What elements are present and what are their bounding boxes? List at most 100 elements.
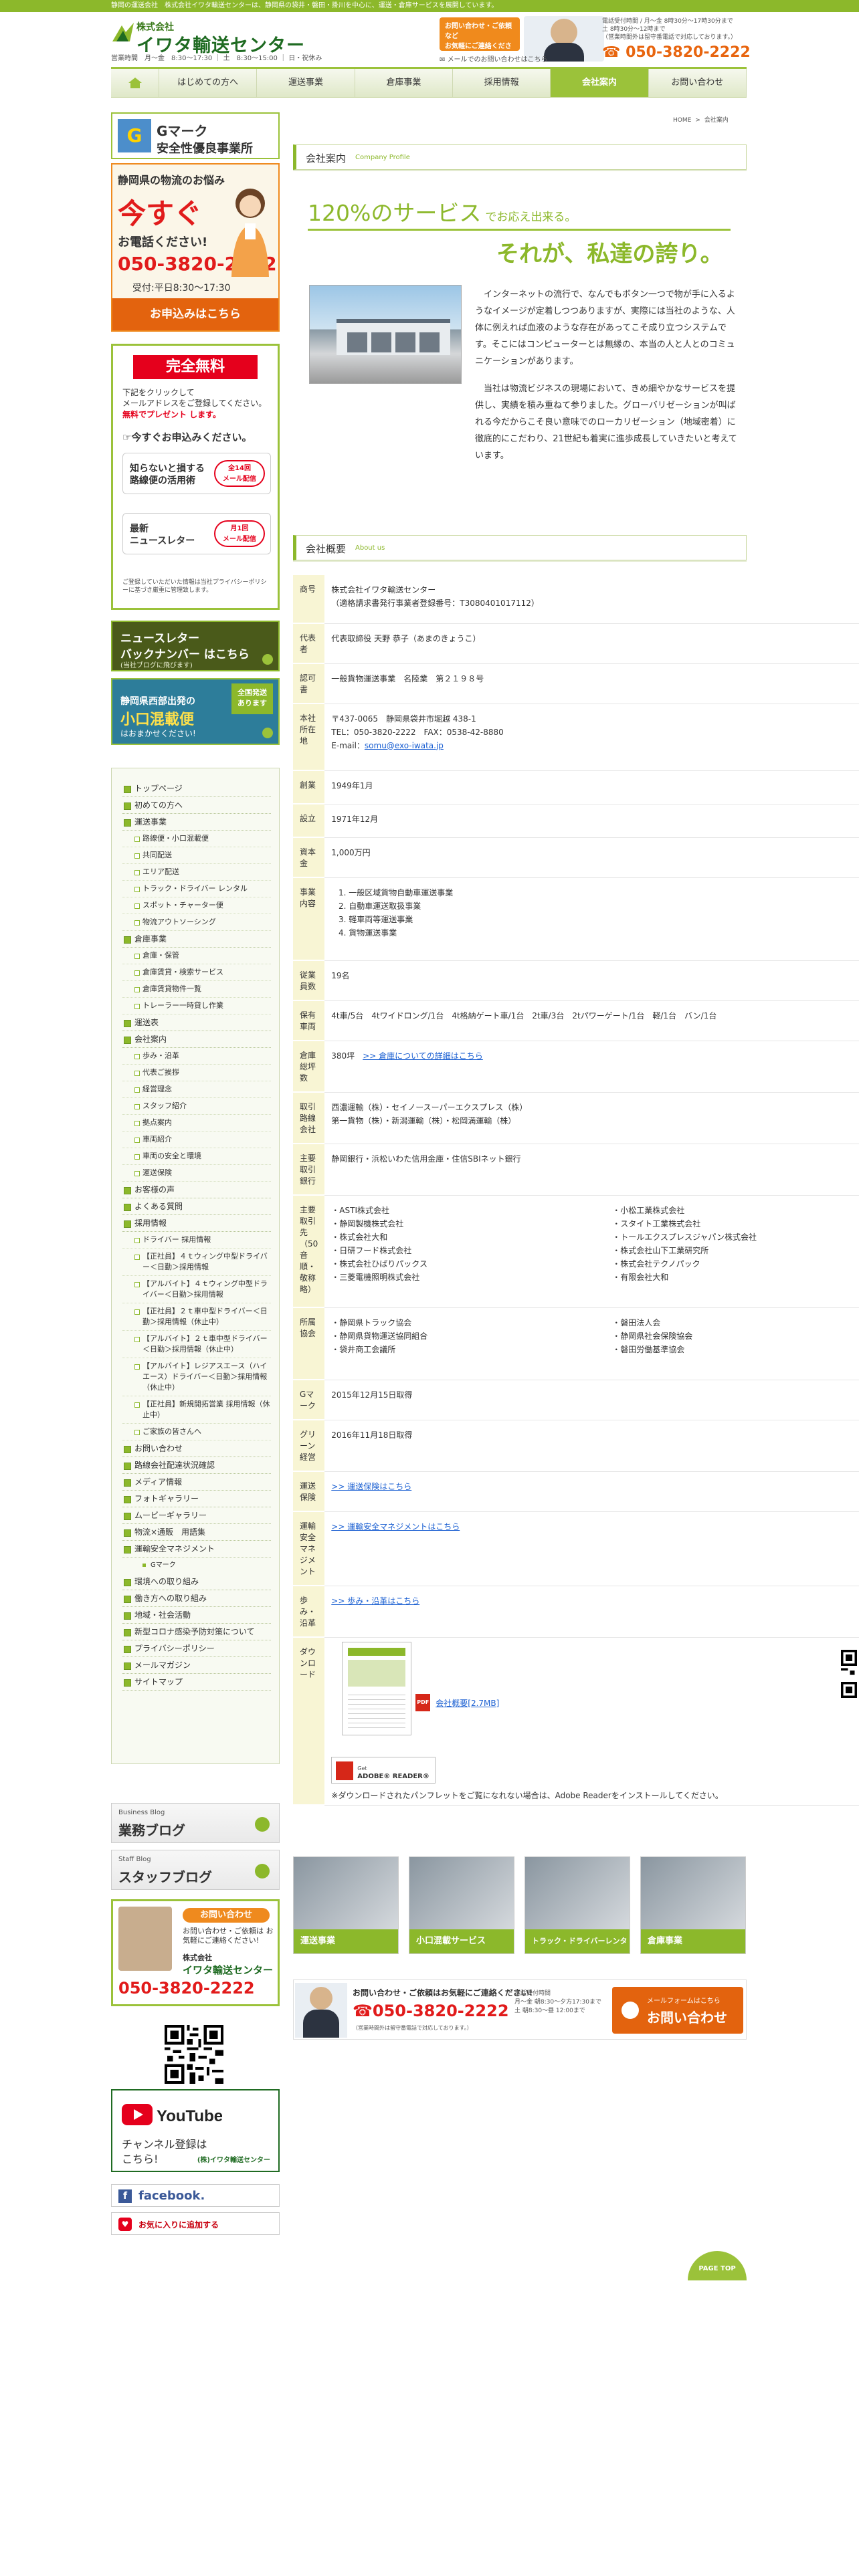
breadcrumb-home[interactable]: HOME	[673, 117, 691, 124]
table-row: 事業内容 一般区域貨物自動車運送事業 自動車運送取扱事業 軽車両等運送事業 貨物…	[293, 877, 859, 961]
side-menu-item[interactable]: メールマガジン	[122, 1657, 271, 1674]
youtube-banner[interactable]: YouTube チャンネル登録は こちら! (株)イワタ輸送センター	[111, 2089, 280, 2172]
free-card-newsletter[interactable]: 最新 ニュースレター 月1回 メール配信	[122, 513, 271, 554]
nav-recruit[interactable]: 採用情報	[453, 69, 551, 97]
header-mail-link[interactable]: ✉ メールでのお問い合わせはこちら	[440, 53, 548, 64]
nav-beginners[interactable]: はじめての方へ	[159, 69, 258, 97]
side-menu-item[interactable]: トレーラー一時貸し作業	[122, 998, 271, 1014]
staff-blog-banner[interactable]: Staff Blog スタッフブログ	[111, 1850, 280, 1890]
side-menu-item[interactable]: 拠点案内	[122, 1115, 271, 1132]
side-menu-item[interactable]: よくある質問	[122, 1198, 271, 1215]
business-blog-banner[interactable]: Business Blog 業務ブログ	[111, 1803, 280, 1843]
page-top-button[interactable]: PAGE TOP	[688, 2251, 747, 2280]
side-menu-item[interactable]: 新型コロナ感染予防対策について	[122, 1624, 271, 1640]
banner-warehouse[interactable]: 倉庫事業	[640, 1856, 746, 1954]
insurance-link[interactable]: >> 運送保険はこちら	[331, 1482, 411, 1491]
nav-home[interactable]	[111, 69, 159, 97]
nav-contact[interactable]: お問い合わせ	[649, 69, 747, 97]
side-menu-item[interactable]: 【正社員】２ｔ車中型ドライバー＜日勤＞採用情報（休止中）	[122, 1303, 271, 1331]
intro-paragraph: インターネットの流行で、なんでもボタン一つで物が手に入るようなイメージが定着しつ…	[475, 290, 735, 366]
side-menu-item[interactable]: 物流アウトソーシング	[122, 914, 271, 931]
side-menu-item[interactable]: ご家族の皆さんへ	[122, 1424, 271, 1440]
footer-contact-tel-number: 050-3820-2222	[372, 2002, 509, 2020]
side-menu-item[interactable]: お問い合わせ	[122, 1440, 271, 1457]
side-menu-item[interactable]: ドライバー 採用情報	[122, 1232, 271, 1249]
phone-call: お電話ください!	[118, 235, 208, 249]
gmark-title: Gマーク	[157, 123, 208, 139]
list-item: トールエクスプレスジャパン株式会社	[612, 1230, 859, 1244]
side-menu-item[interactable]: 【正社員】新規開拓営業 採用情報（休止中）	[122, 1396, 271, 1424]
table-row: 保有車両 4t車/5台 4tワイドロング/1台 4t格納ゲート車/1台 2t車/…	[293, 1000, 859, 1041]
side-menu-item[interactable]: エリア配送	[122, 864, 271, 881]
banner-transport[interactable]: 運送事業	[293, 1856, 399, 1954]
side-menu-item[interactable]: 【アルバイト】２ｔ車中型ドライバー＜日勤＞採用情報（休止中）	[122, 1331, 271, 1358]
free-card-route[interactable]: 知らないと損する 路線便の活用術 全14回 メール配信	[122, 453, 271, 494]
side-menu-item[interactable]: 【アルバイト】４ｔウィング中型ドライバー＜日勤＞採用情報	[122, 1276, 271, 1303]
side-menu-item[interactable]: トラック・ドライバー レンタル	[122, 881, 271, 897]
arrow-right-icon	[262, 728, 273, 738]
logo-icon[interactable]	[111, 21, 135, 45]
side-menu-item[interactable]: 車両紹介	[122, 1132, 271, 1148]
safety-management-link[interactable]: >> 運輸安全マネジメントはこちら	[331, 1522, 460, 1531]
side-menu-item[interactable]: 【正社員】４ｔウィング中型ドライバー＜日勤＞採用情報	[122, 1249, 271, 1276]
side-menu-item[interactable]: 代表ご挨拶	[122, 1065, 271, 1081]
row-label: 認可書	[293, 663, 325, 704]
header-tel-number: 050-3820-2222	[626, 44, 751, 61]
banner-truck-rental[interactable]: トラック・ドライバーレンタル	[524, 1856, 630, 1954]
side-menu-item[interactable]: 経営理念	[122, 1081, 271, 1098]
side-menu-item[interactable]: 倉庫賃貸・検索サービス	[122, 964, 271, 981]
header-tel[interactable]: ☎ 050-3820-2222	[602, 44, 751, 61]
nav-transport[interactable]: 運送事業	[257, 69, 355, 97]
side-menu-item[interactable]: 運輸安全マネジメント	[122, 1541, 271, 1558]
side-menu-item[interactable]: 物流×通販 用語集	[122, 1524, 271, 1541]
side-menu-item[interactable]: サイトマップ	[122, 1674, 271, 1691]
side-menu-item[interactable]: 運送保険	[122, 1165, 271, 1182]
hq-mail-link[interactable]: somu@exo-iwata.jp	[365, 741, 444, 750]
footer-contact-tel[interactable]: ☎050-3820-2222	[353, 2002, 509, 2020]
brochure-thumbnail[interactable]	[342, 1641, 412, 1735]
nav-company[interactable]: 会社案内	[551, 69, 649, 97]
side-menu-item[interactable]: 倉庫賃貸物件一覧	[122, 981, 271, 998]
side-menu-item[interactable]: 倉庫事業	[122, 931, 271, 948]
favorite-banner[interactable]: ♥ お気に入りに追加する	[111, 2212, 280, 2235]
side-menu-item[interactable]: 採用情報	[122, 1215, 271, 1232]
nav-warehouse[interactable]: 倉庫事業	[355, 69, 453, 97]
phone-banner: 静岡県の物流のお悩み 今すぐ お電話ください! 050-3820-2222 受付…	[111, 163, 280, 332]
newsletter-backnumber-banner[interactable]: ニュースレター バックナンバー はこちら (当社ブログに飛びます)	[111, 621, 280, 671]
side-menu-item[interactable]: お客様の声	[122, 1182, 271, 1198]
side-menu-item[interactable]: 運送表	[122, 1014, 271, 1031]
side-menu-item[interactable]: 共同配送	[122, 847, 271, 864]
warehouse-detail-link[interactable]: >> 倉庫についての詳細はこちら	[363, 1051, 483, 1061]
side-menu-item[interactable]: メディア情報	[122, 1474, 271, 1491]
staff-contact-banner[interactable]: お問い合わせ お問い合わせ・ご依頼は お気軽にご連絡ください! 株式会社 イワタ…	[111, 1899, 280, 2006]
header-contact-banner[interactable]: お問い合わせ・ご依頼など お気軽にご連絡ください	[440, 17, 520, 60]
side-menu-item[interactable]: 地域・社会活動	[122, 1607, 271, 1624]
side-menu-item[interactable]: 【アルバイト】レジアスエース（ハイエース）ドライバー＜日勤＞採用情報（休止中）	[122, 1358, 271, 1396]
side-menu-item[interactable]: ムービーギャラリー	[122, 1507, 271, 1524]
side-menu-item[interactable]: スタッフ紹介	[122, 1098, 271, 1115]
facebook-banner[interactable]: f facebook.	[111, 2184, 280, 2207]
side-menu-item[interactable]: トップページ	[122, 780, 271, 797]
banner-kozumi[interactable]: 小口混載サービス	[409, 1856, 514, 1954]
apply-button[interactable]: お申込みはこちら	[112, 298, 278, 330]
side-menu-item[interactable]: スポット・チャーター便	[122, 897, 271, 914]
side-menu-item[interactable]: 倉庫・保管	[122, 948, 271, 964]
side-menu-item[interactable]: 歩み・沿革	[122, 1048, 271, 1065]
side-menu-item[interactable]: 初めての方へ	[122, 797, 271, 814]
kozumi-banner[interactable]: 静岡県西部出発の 小口混載便 はおまかせください! 全国発送 あります	[111, 678, 280, 745]
side-menu-item[interactable]: 路線会社配達状況確認	[122, 1457, 271, 1474]
side-menu-item[interactable]: 会社案内	[122, 1031, 271, 1048]
footer-contact-button[interactable]: メールフォームはこちら お問い合わせ	[612, 1987, 743, 2034]
side-menu-item[interactable]: 車両の安全と環境	[122, 1148, 271, 1165]
side-menu-item[interactable]: プライバシーポリシー	[122, 1640, 271, 1657]
side-menu-item[interactable]: 環境への取り組み	[122, 1574, 271, 1590]
side-menu-item[interactable]: Gマーク	[122, 1558, 271, 1574]
adobe-reader-button[interactable]: Get ADOBE® READER®	[331, 1756, 436, 1784]
side-menu-item[interactable]: フォトギャラリー	[122, 1491, 271, 1507]
side-menu-item[interactable]: 働き方への取り組み	[122, 1590, 271, 1607]
side-menu-item[interactable]: 路線便・小口混載便	[122, 831, 271, 847]
history-link[interactable]: >> 歩み・沿革はこちら	[331, 1596, 419, 1606]
side-menu-item[interactable]: 運送事業	[122, 814, 271, 831]
gmark-banner[interactable]: G Gマーク 安全性優良事業所	[111, 112, 280, 159]
brochure-download-link[interactable]: 会社概要[2.7MB]	[436, 1697, 499, 1710]
